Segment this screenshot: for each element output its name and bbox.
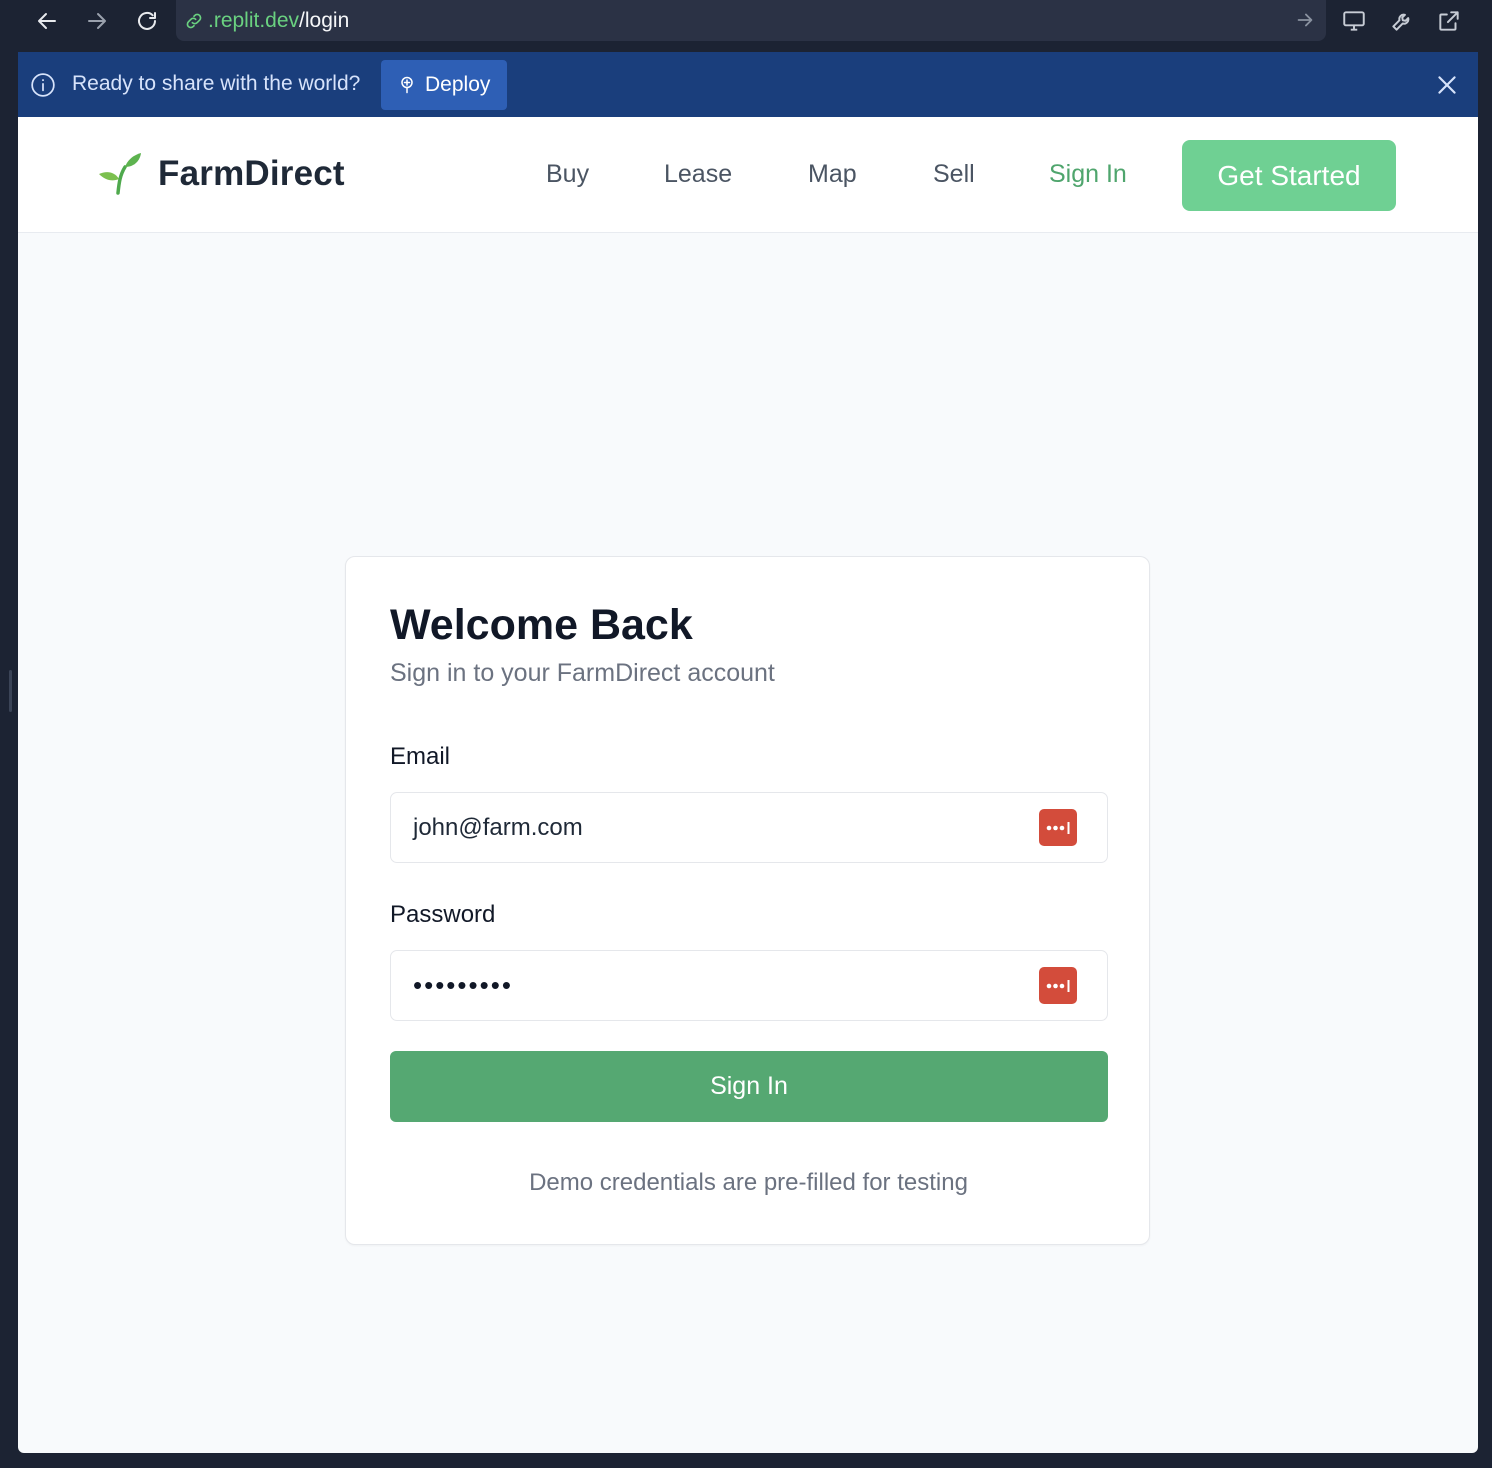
password-manager-icon[interactable]: [1039, 967, 1077, 1004]
info-icon: [31, 73, 55, 97]
preview-frame: .replit.dev/login Ready to share with th…: [18, 0, 1478, 1453]
email-label: Email: [390, 743, 451, 770]
demo-credentials-note: Demo credentials are pre-filled for test…: [529, 1169, 968, 1196]
link-icon: [184, 11, 204, 31]
nav-lease[interactable]: Lease: [664, 160, 732, 189]
device-preview-button[interactable]: [1339, 6, 1369, 36]
close-icon[interactable]: [1434, 72, 1460, 98]
reload-icon: [138, 11, 156, 30]
url-host: .replit.dev: [208, 8, 300, 32]
monitor-icon: [1343, 11, 1365, 31]
brand-name: FarmDirect: [158, 154, 345, 193]
go-arrow-icon[interactable]: [1294, 9, 1316, 31]
window-bottom-edge: [0, 1453, 1492, 1468]
deploy-button[interactable]: Deploy: [381, 60, 507, 110]
deploy-banner: Ready to share with the world? Deploy: [18, 52, 1478, 117]
sign-in-button[interactable]: Sign In: [390, 1051, 1108, 1122]
reload-button[interactable]: [130, 6, 164, 36]
back-button[interactable]: [30, 6, 64, 36]
window-left-edge: [0, 0, 18, 1468]
password-label: Password: [390, 901, 496, 928]
wrench-icon: [1392, 13, 1410, 31]
nav-sign-in[interactable]: Sign In: [1049, 160, 1127, 189]
nav-map[interactable]: Map: [808, 160, 857, 189]
resize-grip[interactable]: [9, 670, 12, 712]
external-link-icon: [1439, 11, 1459, 31]
open-new-tab-button[interactable]: [1434, 6, 1464, 36]
url-path: /login: [299, 8, 350, 32]
back-arrow-icon: [38, 13, 56, 29]
login-title: Welcome Back: [390, 601, 693, 649]
deploy-label: Deploy: [425, 73, 491, 96]
deploy-icon: [401, 76, 413, 94]
devtools-button[interactable]: [1387, 6, 1417, 36]
email-value: john@farm.com: [413, 813, 583, 841]
nav-sell[interactable]: Sell: [933, 160, 975, 189]
browser-toolbar: .replit.dev/login: [18, 0, 1478, 52]
site-header: FarmDirect Buy Lease Map Sell Sign In Ge…: [18, 117, 1478, 233]
nav-buy[interactable]: Buy: [546, 160, 589, 189]
forward-arrow-icon: [88, 13, 106, 29]
sprout-icon: [99, 153, 141, 195]
password-value: •••••••••: [413, 970, 513, 1000]
password-manager-icon[interactable]: [1039, 809, 1077, 846]
banner-message: Ready to share with the world?: [72, 72, 361, 95]
url-bar[interactable]: .replit.dev/login: [176, 0, 1326, 41]
brand-logo[interactable]: FarmDirect: [98, 153, 345, 195]
login-card: Welcome Back Sign in to your FarmDirect …: [345, 556, 1150, 1245]
get-started-button[interactable]: Get Started: [1182, 140, 1396, 211]
password-field[interactable]: •••••••••: [390, 950, 1108, 1021]
email-field[interactable]: john@farm.com: [390, 792, 1108, 863]
login-subtitle: Sign in to your FarmDirect account: [390, 659, 775, 687]
forward-button[interactable]: [80, 6, 114, 36]
